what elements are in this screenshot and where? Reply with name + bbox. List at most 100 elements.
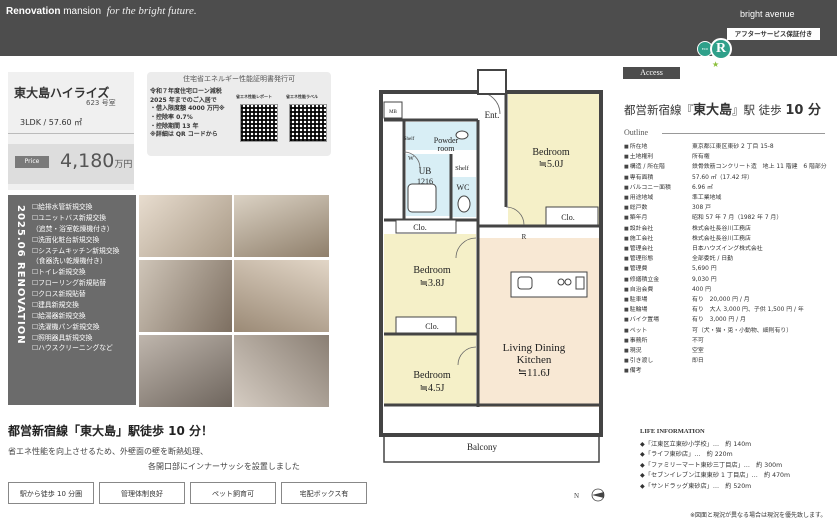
- table-row: 修繕積立金9,030 円: [624, 275, 834, 285]
- spec-table: 所在地東京都江東区東砂 2 丁目 15-8土地権利所有権構造 / 所在階鉄骨鉄筋…: [624, 142, 834, 377]
- table-row: 管理形態全部委託 / 日勤: [624, 254, 834, 264]
- bedroom-photo: [234, 260, 329, 332]
- list-item: ☐建具新規交換: [32, 300, 79, 309]
- price-value: 4,180万円: [60, 150, 133, 172]
- spec-value: 有り 3,000 円 / 月: [692, 317, 746, 324]
- spec-value: 株式会社長谷川工務店: [692, 235, 751, 242]
- list-item: （食器洗い乾燥機付き）: [32, 257, 107, 266]
- spec-value: 株式会社長谷川工務店: [692, 225, 751, 232]
- table-row: 管理費5,690 円: [624, 264, 834, 274]
- closet-label: Clo.: [561, 213, 575, 222]
- shelf-label: Shelf: [404, 137, 415, 142]
- bedroom-3-label: Bedroom: [413, 370, 450, 381]
- bedroom-2-size: ≒3.8J: [420, 278, 445, 289]
- outline-label: Outline: [624, 128, 648, 137]
- north-arrow-icon: N: [574, 488, 605, 502]
- spec-value: 6.96 ㎡: [692, 184, 713, 191]
- promo-description: 省エネ性能を向上させるため、外壁面の壁を断熱処理、: [8, 447, 208, 456]
- spec-key: 構造 / 所在階: [624, 162, 692, 172]
- spec-key: 土地権利: [624, 152, 692, 162]
- floor-plan: MB Ent. Bedroom ≒5.0J Powder room Shelf …: [379, 69, 605, 502]
- spec-key: 所在地: [624, 142, 692, 152]
- spec-value: 昭和 57 年 7 月（1982 年 7 月）: [692, 215, 783, 222]
- svg-text:N: N: [574, 492, 579, 500]
- balcony-label: Balcony: [467, 442, 497, 452]
- list-item: ☐給湯器新規交換: [32, 311, 86, 320]
- eco-cert-details: 令和７年度住宅ローン減税 2025 年までのご入居で ・借入限度額 4000 万円※…: [150, 88, 225, 139]
- spec-key: 引き渡し: [624, 356, 692, 366]
- table-row: 設計会社株式会社長谷川工務店: [624, 224, 834, 234]
- table-row: バイク置場有り 3,000 円 / 月: [624, 315, 834, 325]
- list-item: ◆「ファミリーマート東砂三丁目店」… 約 300m: [640, 461, 783, 469]
- balcony-area: [384, 407, 599, 433]
- list-item: ☐ハウスクリーニングなど: [32, 344, 113, 353]
- spec-value: 308 戸: [692, 205, 712, 212]
- spec-value: 400 円: [692, 286, 712, 293]
- bedroom-2-label: Bedroom: [413, 265, 450, 276]
- spec-value: 不可: [692, 337, 704, 344]
- ldk-size: ≒11.6J: [518, 367, 551, 379]
- spec-key: 設計会社: [624, 224, 692, 234]
- after-service-badge: アフターサービス保証付き: [727, 28, 820, 40]
- feature-tag: 駅から徒歩 10 分圏: [8, 482, 94, 504]
- list-item: ◆「セブンイレブン江東東砂 1 丁目店」… 約 470m: [640, 472, 790, 480]
- r-logo-icon: R: [710, 38, 732, 60]
- spec-key: 総戸数: [624, 203, 692, 213]
- w-label: W: [408, 156, 414, 162]
- promo-headline: 都営新宿線「東大島」駅徒歩 10 分！: [8, 424, 214, 438]
- list-item: ☐フローリング新規貼替: [32, 279, 107, 288]
- qr-code-icon[interactable]: [289, 104, 327, 142]
- list-item: ☐トイレ新規交換: [32, 268, 86, 277]
- table-row: ペット可（犬・猫・兎・小動物、細則有り）: [624, 326, 834, 336]
- table-row: 管理会社日本ハウズイング株式会社: [624, 244, 834, 254]
- ub-size: 1216: [417, 177, 433, 186]
- spec-value: 鉄骨鉄筋コンクリート造 地上 11 階建 6 階部分: [692, 164, 827, 171]
- table-row: 構造 / 所在階鉄骨鉄筋コンクリート造 地上 11 階建 6 階部分: [624, 162, 834, 172]
- eco-cert-title: 住宅省エネルギー性能証明書発行可: [183, 75, 295, 83]
- spec-key: 管理形態: [624, 254, 692, 264]
- spec-value: 有り 20,000 円 / 月: [692, 297, 750, 304]
- table-row: 所在地東京都江東区東砂 2 丁目 15-8: [624, 142, 834, 152]
- list-item: ☐洗濯機パン新規交換: [32, 322, 100, 331]
- spec-value: 有り 大人 3,000 円、子供 1,500 円 / 年: [692, 307, 804, 314]
- spec-key: 現況: [624, 346, 692, 356]
- station-info: 都営新宿線『東大島』駅 徒歩 10 分: [624, 103, 821, 118]
- table-row: 備考: [624, 366, 834, 376]
- list-item: ◆「ライフ東砂店」… 約 220m: [640, 451, 733, 459]
- spec-value: 所有権: [692, 154, 710, 161]
- spec-key: 築年月: [624, 213, 692, 223]
- life-info-list: ◆「江東区立東砂小学校」… 約 140m ◆「ライフ東砂店」… 約 220m ◆…: [640, 440, 790, 492]
- spec-key: 専有面積: [624, 173, 692, 183]
- list-item: （追焚・浴室乾燥機付き）: [32, 224, 114, 233]
- spec-key: バイク置場: [624, 315, 692, 325]
- spec-key: 事務所: [624, 336, 692, 346]
- spec-value: 空室: [692, 348, 704, 355]
- ldk-label: Kitchen: [517, 354, 552, 366]
- spec-key: ペット: [624, 326, 692, 336]
- spec-key: 駐輪場: [624, 305, 692, 315]
- feature-tag: 管理体制良好: [99, 482, 185, 504]
- spec-key: 管理費: [624, 264, 692, 274]
- powder-room-label: room: [438, 144, 456, 153]
- spec-value: 全部委託 / 日勤: [692, 256, 734, 263]
- qr-code-icon[interactable]: [240, 104, 278, 142]
- bedroom-3-size: ≒4.5J: [420, 383, 445, 394]
- feature-tag: 宅配ボックス有: [281, 482, 367, 504]
- table-row: 現況空室: [624, 346, 834, 356]
- room-number: 623 号室: [86, 99, 116, 107]
- wc-label: WC: [457, 183, 470, 192]
- table-row: 土地権利所有権: [624, 152, 834, 162]
- closet-label: Clo.: [413, 223, 427, 232]
- spec-key: 管理会社: [624, 244, 692, 254]
- table-row: 駐車場有り 20,000 円 / 月: [624, 295, 834, 305]
- bedroom-1-label: Bedroom: [532, 147, 569, 158]
- mb-label: MB: [389, 110, 397, 115]
- price-label: Price: [15, 156, 49, 168]
- table-row: 事務所不可: [624, 336, 834, 346]
- list-item: ☐システムキッチン新規交換: [32, 246, 120, 255]
- list-item: ☐洗面化粧台新規交換: [32, 235, 100, 244]
- closet-label: Clo.: [425, 322, 439, 331]
- bathroom-photo: [139, 335, 232, 407]
- spec-value: 準工業地域: [692, 195, 722, 202]
- spec-key: 施工会社: [624, 234, 692, 244]
